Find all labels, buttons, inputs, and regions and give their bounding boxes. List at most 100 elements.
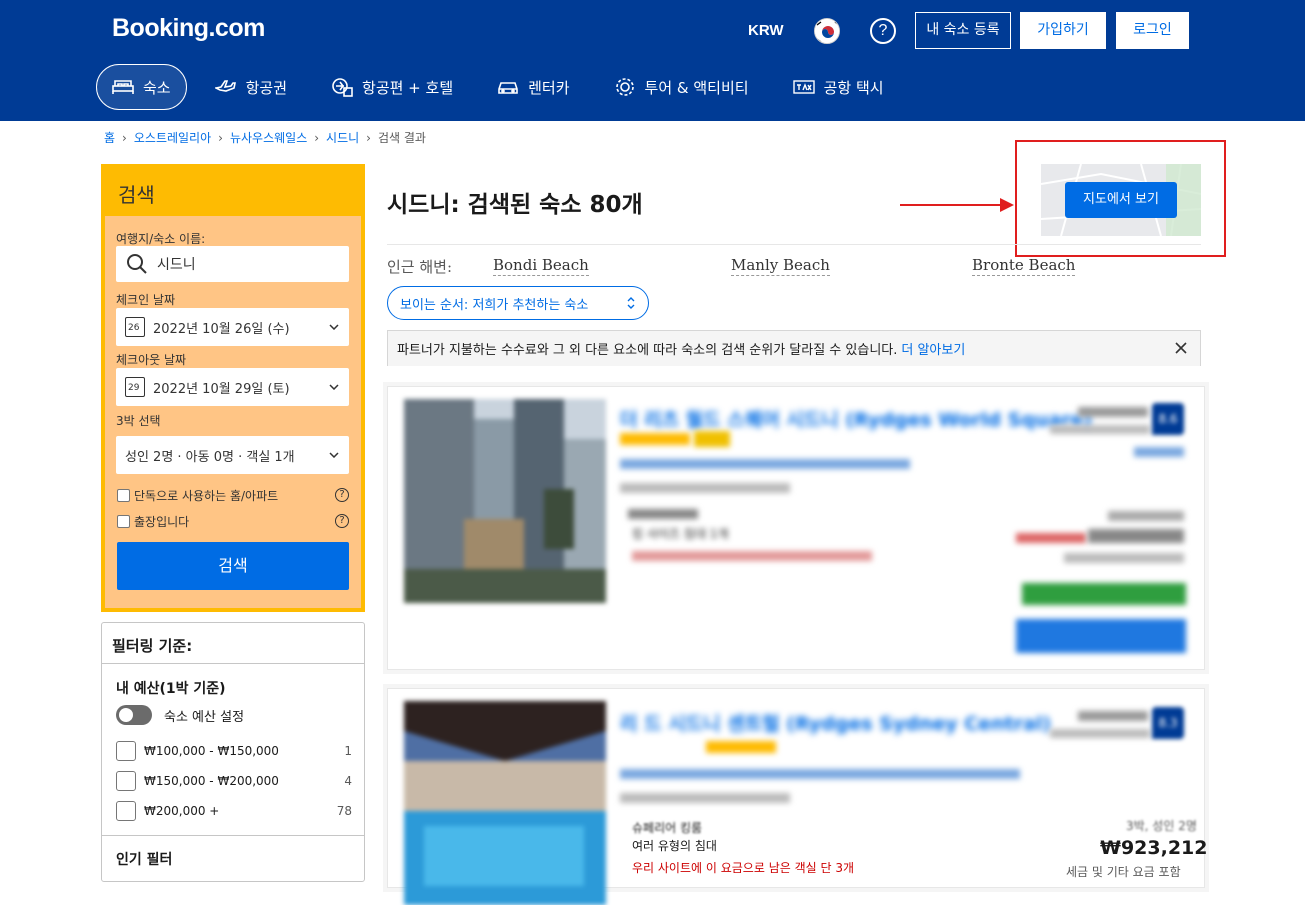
review-score-badge: 8.6: [1152, 403, 1184, 435]
help-icon[interactable]: ?: [870, 18, 896, 44]
property-image[interactable]: [404, 399, 606, 603]
nav-label: 공항 택시: [823, 78, 884, 97]
help-icon[interactable]: ?: [335, 514, 349, 528]
chevron-right-icon: ›: [366, 130, 371, 145]
learn-more-link[interactable]: 더 알아보기: [901, 339, 965, 358]
arrow-right-icon: [900, 198, 1014, 212]
apartment-checkbox-label: 단독으로 사용하는 홈/아파트: [134, 489, 279, 503]
close-icon[interactable]: [1174, 341, 1188, 355]
budget-toggle-label: 숙소 예산 설정: [164, 710, 245, 725]
business-checkbox-row[interactable]: 출장입니다: [117, 513, 189, 530]
budget-checkbox[interactable]: [116, 771, 136, 791]
scarcity-text: [632, 551, 872, 561]
chevron-right-icon: ›: [218, 130, 223, 145]
location-link[interactable]: [620, 769, 1020, 779]
checkout-date-picker[interactable]: 29 2022년 10월 29일 (토): [116, 368, 349, 406]
nav-tab-flight-hotel[interactable]: 항공편 + 호텔: [315, 64, 469, 110]
search-button[interactable]: 검색: [117, 542, 349, 590]
chevron-right-icon: ›: [314, 130, 320, 145]
beach-link[interactable]: Bronte Beach: [972, 256, 1076, 276]
calendar-day: 29: [128, 383, 140, 393]
login-button[interactable]: 로그인: [1116, 12, 1189, 49]
budget-toggle[interactable]: [116, 705, 152, 725]
budget-checkbox[interactable]: [116, 741, 136, 761]
plane-icon: [214, 80, 236, 92]
bed-icon: [112, 80, 134, 94]
budget-option[interactable]: ₩150,000 - ₩200,000 4: [116, 771, 352, 791]
business-checkbox[interactable]: [117, 515, 130, 528]
nav-tab-flights[interactable]: 항공권: [199, 64, 303, 110]
original-price: [1016, 533, 1086, 543]
destination-input[interactable]: 시드니: [116, 246, 349, 282]
calendar-day: 26: [128, 323, 140, 333]
list-property-button[interactable]: 내 숙소 등록: [915, 12, 1011, 49]
property-name-link[interactable]: 더 리츠 월드 스퀘어 시드니 (Rydges World Square): [620, 405, 1092, 432]
calendar-icon: 29: [125, 377, 145, 397]
budget-option-count: 1: [344, 744, 352, 758]
nav-tab-car-rental[interactable]: 렌터카: [481, 64, 585, 110]
property-name-link[interactable]: 리 드 시드니 센트럴 (Rydges Sydney Central): [620, 709, 1051, 736]
nav-label: 항공권: [245, 78, 288, 97]
main-nav: 숙소 항공권 항공편 + 호텔 렌터카 투어 & 액티비티 공항 택시: [96, 64, 912, 110]
signup-button[interactable]: 가입하기: [1020, 12, 1106, 49]
checkout-label: 체크아웃 날짜: [116, 353, 187, 367]
price: [1088, 529, 1184, 543]
breadcrumb-sydney[interactable]: 시드니: [326, 129, 359, 146]
breadcrumb-australia[interactable]: 오스트레일리아: [134, 129, 211, 146]
chevron-down-icon: [329, 452, 339, 458]
search-icon: [127, 254, 147, 274]
beach-link[interactable]: Bondi Beach: [493, 256, 589, 276]
booking-logo[interactable]: Booking.com: [112, 14, 265, 43]
breadcrumb-home[interactable]: 홈: [104, 129, 115, 146]
korea-flag-icon[interactable]: [814, 18, 840, 44]
price-meta: 3박, 성인 2명: [1126, 819, 1197, 833]
distance-text: [620, 793, 790, 803]
show-on-map-button[interactable]: 지도에서 보기: [1065, 182, 1177, 218]
budget-option[interactable]: ₩100,000 - ₩150,000 1: [116, 741, 352, 761]
price-meta: [1108, 511, 1184, 521]
destination-value: 시드니: [157, 257, 196, 273]
nav-label: 투어 & 액티비티: [644, 78, 749, 97]
calendar-icon: 26: [125, 317, 145, 337]
nav-tab-stays[interactable]: 숙소: [96, 64, 187, 110]
location-link[interactable]: [620, 459, 910, 469]
help-icon[interactable]: ?: [335, 488, 349, 502]
nav-tab-airport-taxi[interactable]: 공항 택시: [777, 64, 900, 110]
destination-label: 여행지/숙소 이름:: [116, 232, 206, 246]
ranking-notice: 파트너가 지불하는 수수료와 그 외 다른 요소에 따라 숙소의 검색 순위가 …: [387, 330, 1201, 366]
breadcrumb: 홈 › 오스트레일리아 › 뉴사우스웨일스 › 시드니 › 검색 결과: [104, 129, 426, 146]
checkin-date-picker[interactable]: 26 2022년 10월 26일 (수): [116, 308, 349, 346]
room-name: [628, 509, 698, 519]
tax-note: [1064, 553, 1184, 563]
scarcity-text: 우리 사이트에 이 요금으로 남은 객실 단 3개: [632, 861, 855, 875]
divider: [387, 244, 1201, 245]
breadcrumb-nsw[interactable]: 뉴사우스웨일스: [230, 129, 307, 146]
guests-selector[interactable]: 성인 2명 · 아동 0명 · 객실 1개: [116, 436, 349, 474]
budget-checkbox[interactable]: [116, 801, 136, 821]
property-image[interactable]: [404, 701, 606, 905]
deal-badge: [1022, 583, 1186, 605]
bed-info: 킹 사이즈 침대 1개: [632, 527, 729, 541]
star-rating-icon: [620, 433, 690, 445]
nav-label: 항공편 + 호텔: [362, 78, 454, 97]
budget-option[interactable]: ₩200,000 + 78: [116, 801, 352, 821]
divider: [102, 663, 364, 664]
check-availability-button[interactable]: [1016, 619, 1186, 653]
popular-filters-title: 인기 필터: [116, 852, 173, 868]
nav-tab-attractions[interactable]: 투어 & 액티비티: [598, 64, 765, 110]
chevron-right-icon: ›: [122, 130, 127, 145]
apartment-checkbox[interactable]: [117, 489, 130, 502]
beach-link[interactable]: Manly Beach: [731, 256, 830, 276]
site-header: Booking.com KRW ? 내 숙소 등록 가입하기 로그인 숙소 항공…: [0, 0, 1305, 121]
budget-option-count: 78: [336, 804, 352, 818]
business-checkbox-label: 출장입니다: [134, 515, 190, 529]
badge: [694, 431, 730, 447]
apartment-checkbox-row[interactable]: 단독으로 사용하는 홈/아파트: [117, 487, 278, 504]
car-icon: [498, 82, 518, 94]
attractions-icon: [615, 78, 634, 96]
currency-selector[interactable]: KRW: [748, 22, 784, 39]
sort-dropdown[interactable]: 보이는 순서: 저희가 추천하는 숙소: [387, 286, 649, 320]
location-score: [1134, 447, 1184, 457]
checkout-value: 2022년 10월 29일 (토): [153, 381, 290, 397]
review-count: [1050, 425, 1150, 434]
